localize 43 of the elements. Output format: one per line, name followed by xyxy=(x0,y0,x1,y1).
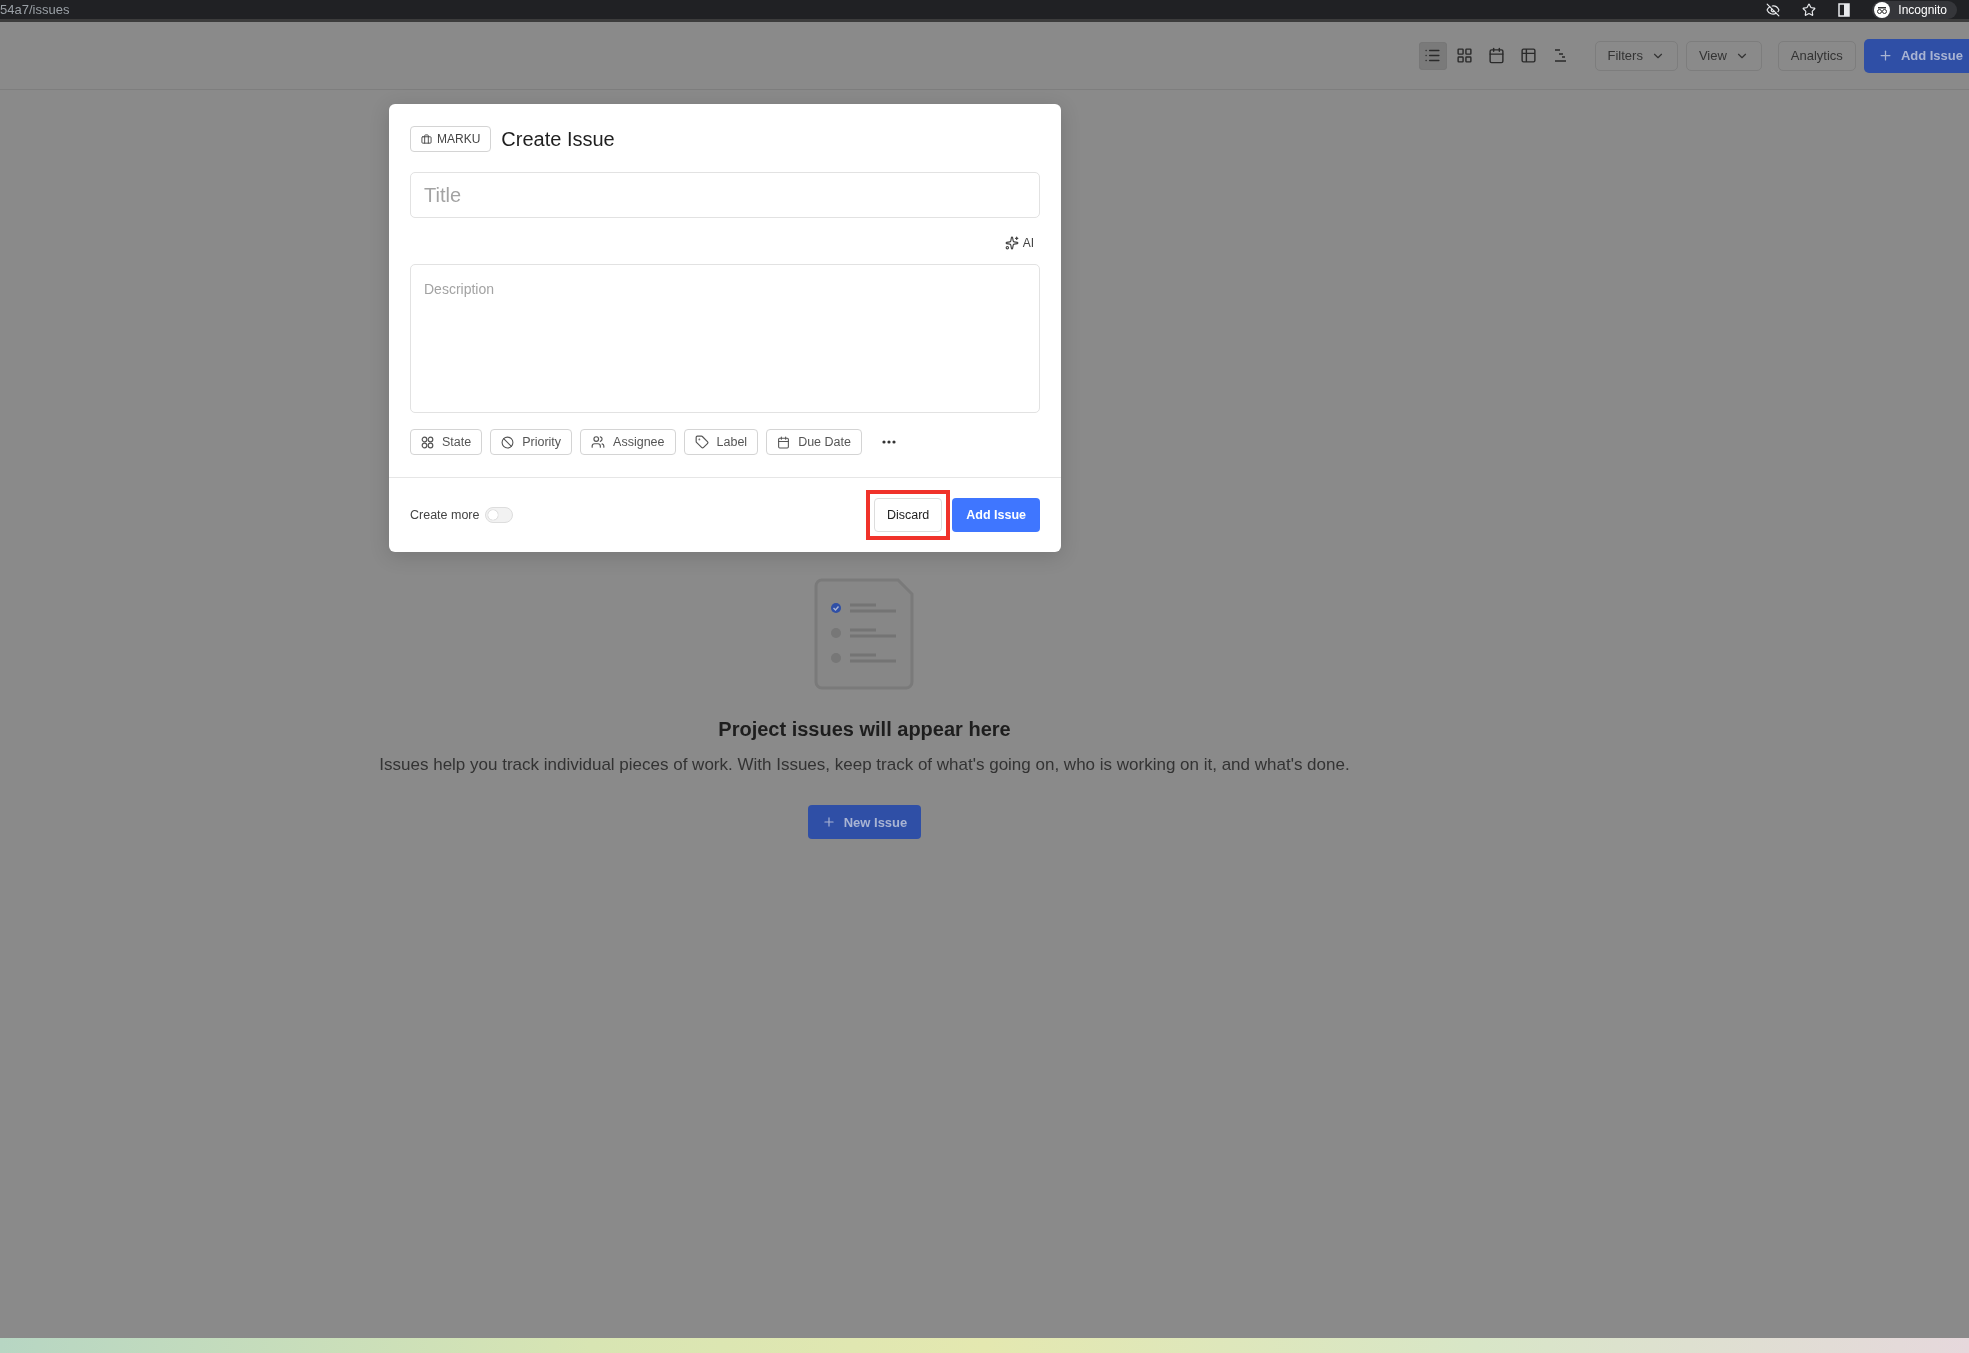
document-checklist-icon xyxy=(814,578,915,690)
empty-state-text: Issues help you track individual pieces of work. With Issues, keep track of what's going on, who is working on it, and what's done. xyxy=(379,755,1350,775)
title-field[interactable]: Title xyxy=(410,172,1040,218)
users-icon xyxy=(591,435,606,449)
property-button[interactable]: State xyxy=(410,429,483,455)
more-icon xyxy=(881,440,896,444)
plus-icon xyxy=(821,815,836,829)
calendar-icon xyxy=(1488,47,1505,64)
property-button[interactable]: Due Date xyxy=(766,429,862,455)
create-more-label: Create more xyxy=(410,508,480,522)
briefcase-icon xyxy=(421,133,432,145)
description-field[interactable]: Description xyxy=(410,264,1040,413)
analytics-button[interactable]: Analytics xyxy=(1777,40,1856,71)
view-button[interactable]: View xyxy=(1685,40,1762,71)
dialog-title: Create Issue xyxy=(501,127,615,151)
table-icon xyxy=(1520,47,1537,64)
discard-button[interactable]: Discard xyxy=(873,498,943,532)
property-button[interactable]: Label xyxy=(683,429,759,455)
filters-button[interactable]: Filters xyxy=(1594,40,1678,71)
gantt-icon xyxy=(1552,47,1569,64)
ai-button[interactable]: AI xyxy=(1004,236,1034,250)
star-icon[interactable] xyxy=(1802,2,1817,17)
state-icon xyxy=(421,435,434,449)
add-issue-button[interactable]: Add Issue xyxy=(1863,38,1969,73)
empty-state-heading: Project issues will appear here xyxy=(718,718,1011,741)
tag-icon xyxy=(694,435,709,449)
url-text[interactable]: 54a7/issues xyxy=(0,1,70,18)
add-issue-button[interactable]: Add Issue xyxy=(952,498,1040,532)
layout-button[interactable] xyxy=(1418,41,1447,70)
list-icon xyxy=(1424,47,1441,64)
new-issue-button[interactable]: New Issue xyxy=(807,805,922,839)
eye-off-icon[interactable] xyxy=(1766,2,1781,17)
sparkles-icon xyxy=(1004,236,1019,250)
sidebar-icon[interactable] xyxy=(1838,2,1851,17)
project-selector[interactable]: MARKU xyxy=(410,126,492,152)
calendar-icon xyxy=(777,435,791,449)
plus-icon xyxy=(1877,48,1893,63)
grid-icon xyxy=(1456,47,1473,64)
property-button[interactable]: Assignee xyxy=(580,429,676,455)
property-button[interactable]: Priority xyxy=(490,429,573,455)
profile-chip[interactable]: Incognito xyxy=(1872,0,1957,19)
create-more-toggle[interactable] xyxy=(485,507,514,523)
priority-icon xyxy=(501,435,515,449)
